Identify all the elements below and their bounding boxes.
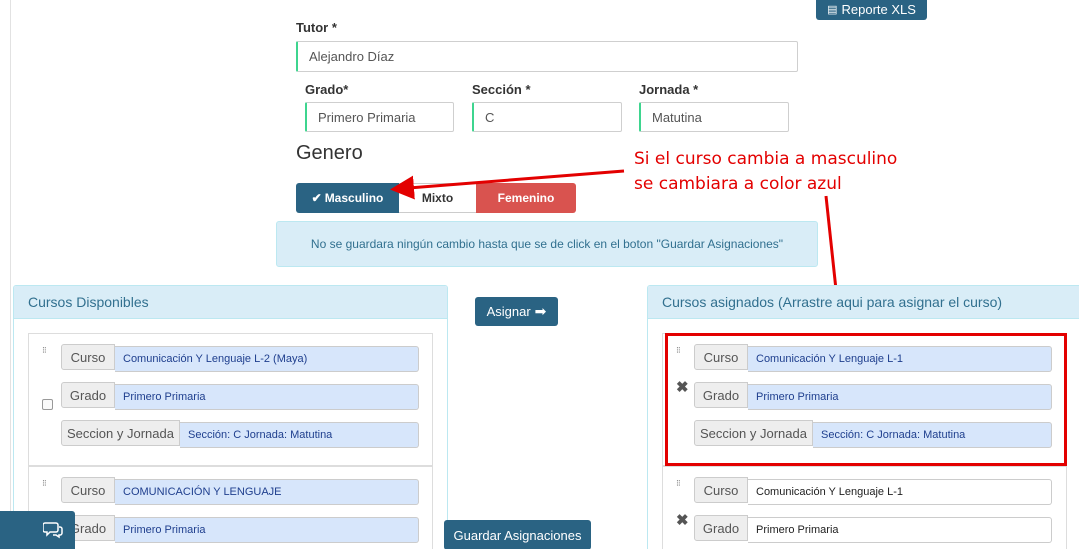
mixto-label: Mixto [421, 191, 454, 205]
curso-value: Comunicación Y Lenguaje L-1 [748, 479, 1052, 505]
seccion-label: Sección * [472, 82, 531, 97]
chat-icon [42, 522, 63, 539]
report-xls-button[interactable]: ▤ Reporte XLS [816, 0, 927, 20]
chat-widget-button[interactable] [0, 511, 75, 549]
grado-addon: Grado [694, 515, 748, 541]
annotation-highlight-box [665, 333, 1067, 466]
grado-value: Primero Primaria [115, 517, 419, 543]
curso-value: COMUNICACIÓN Y LENGUAJE [115, 479, 419, 505]
femenino-label: Femenino [497, 191, 555, 205]
seccion-jornada-addon: Seccion y Jornada [61, 420, 180, 446]
curso-addon: Curso [61, 477, 115, 503]
save-assignments-button[interactable]: Guardar Asignaciones [444, 520, 591, 549]
assigned-course-card[interactable]: ⁝⁝ ✖ Curso Comunicación Y Lenguaje L-1 G… [662, 466, 1067, 549]
annotation-line-2: se cambiara a color azul [634, 174, 842, 194]
jornada-field[interactable]: Matutina [639, 102, 789, 132]
assign-button[interactable]: Asignar ➡ [475, 297, 558, 326]
curso-value: Comunicación Y Lenguaje L-2 (Maya) [115, 346, 419, 372]
check-icon: ✔ [311, 191, 322, 205]
genero-toggle: ✔ Masculino Mixto Femenino [296, 183, 576, 213]
jornada-label: Jornada * [639, 82, 699, 97]
grado-addon: Grado [61, 382, 115, 408]
available-course-card[interactable]: ⁝⁝ Curso Comunicación Y Lenguaje L-2 (Ma… [28, 333, 433, 466]
curso-addon: Curso [61, 344, 115, 370]
genero-masculino-button[interactable]: ✔ Masculino [296, 183, 399, 213]
grado-value: Primero Primaria [748, 517, 1052, 543]
seccion-field[interactable]: C [472, 102, 622, 132]
curso-addon: Curso [694, 477, 748, 503]
annotation-line-1: Si el curso cambia a masculino [634, 149, 898, 169]
available-panel-title: Cursos Disponibles [14, 286, 447, 319]
select-checkbox[interactable] [42, 399, 53, 410]
drag-handle-icon[interactable]: ⁝⁝ [42, 479, 47, 488]
tutor-label: Tutor * [296, 20, 337, 35]
report-xls-label: Reporte XLS [841, 1, 916, 17]
grado-value: Primero Primaria [115, 384, 419, 410]
spreadsheet-icon: ▤ [827, 3, 838, 16]
genero-title: Genero [296, 142, 363, 164]
tutor-field[interactable]: Alejandro Díaz [296, 41, 798, 72]
left-divider [10, 0, 11, 549]
drag-handle-icon[interactable]: ⁝⁝ [42, 346, 47, 355]
genero-mixto-button[interactable]: Mixto [399, 183, 476, 213]
assign-label: Asignar [486, 304, 531, 319]
annotation-text: Si el curso cambia a masculino se cambia… [634, 147, 897, 197]
available-course-card[interactable]: ⁝⁝ Curso COMUNICACIÓN Y LENGUAJE Grado P… [28, 466, 433, 549]
arrow-right-icon: ➡ [534, 303, 547, 319]
assigned-panel-title: Cursos asignados (Arrastre aqui para asi… [648, 286, 1079, 319]
drag-handle-icon[interactable]: ⁝⁝ [676, 479, 681, 488]
remove-icon[interactable]: ✖ [676, 511, 689, 529]
save-label: Guardar Asignaciones [453, 527, 582, 543]
genero-femenino-button[interactable]: Femenino [476, 183, 576, 213]
masculino-label: Masculino [324, 191, 384, 205]
seccion-jornada-value: Sección: C Jornada: Matutina [180, 422, 419, 448]
info-alert: No se guardara ningún cambio hasta que s… [276, 221, 818, 267]
grado-field[interactable]: Primero Primaria [305, 102, 454, 132]
grado-label: Grado* [305, 82, 349, 97]
